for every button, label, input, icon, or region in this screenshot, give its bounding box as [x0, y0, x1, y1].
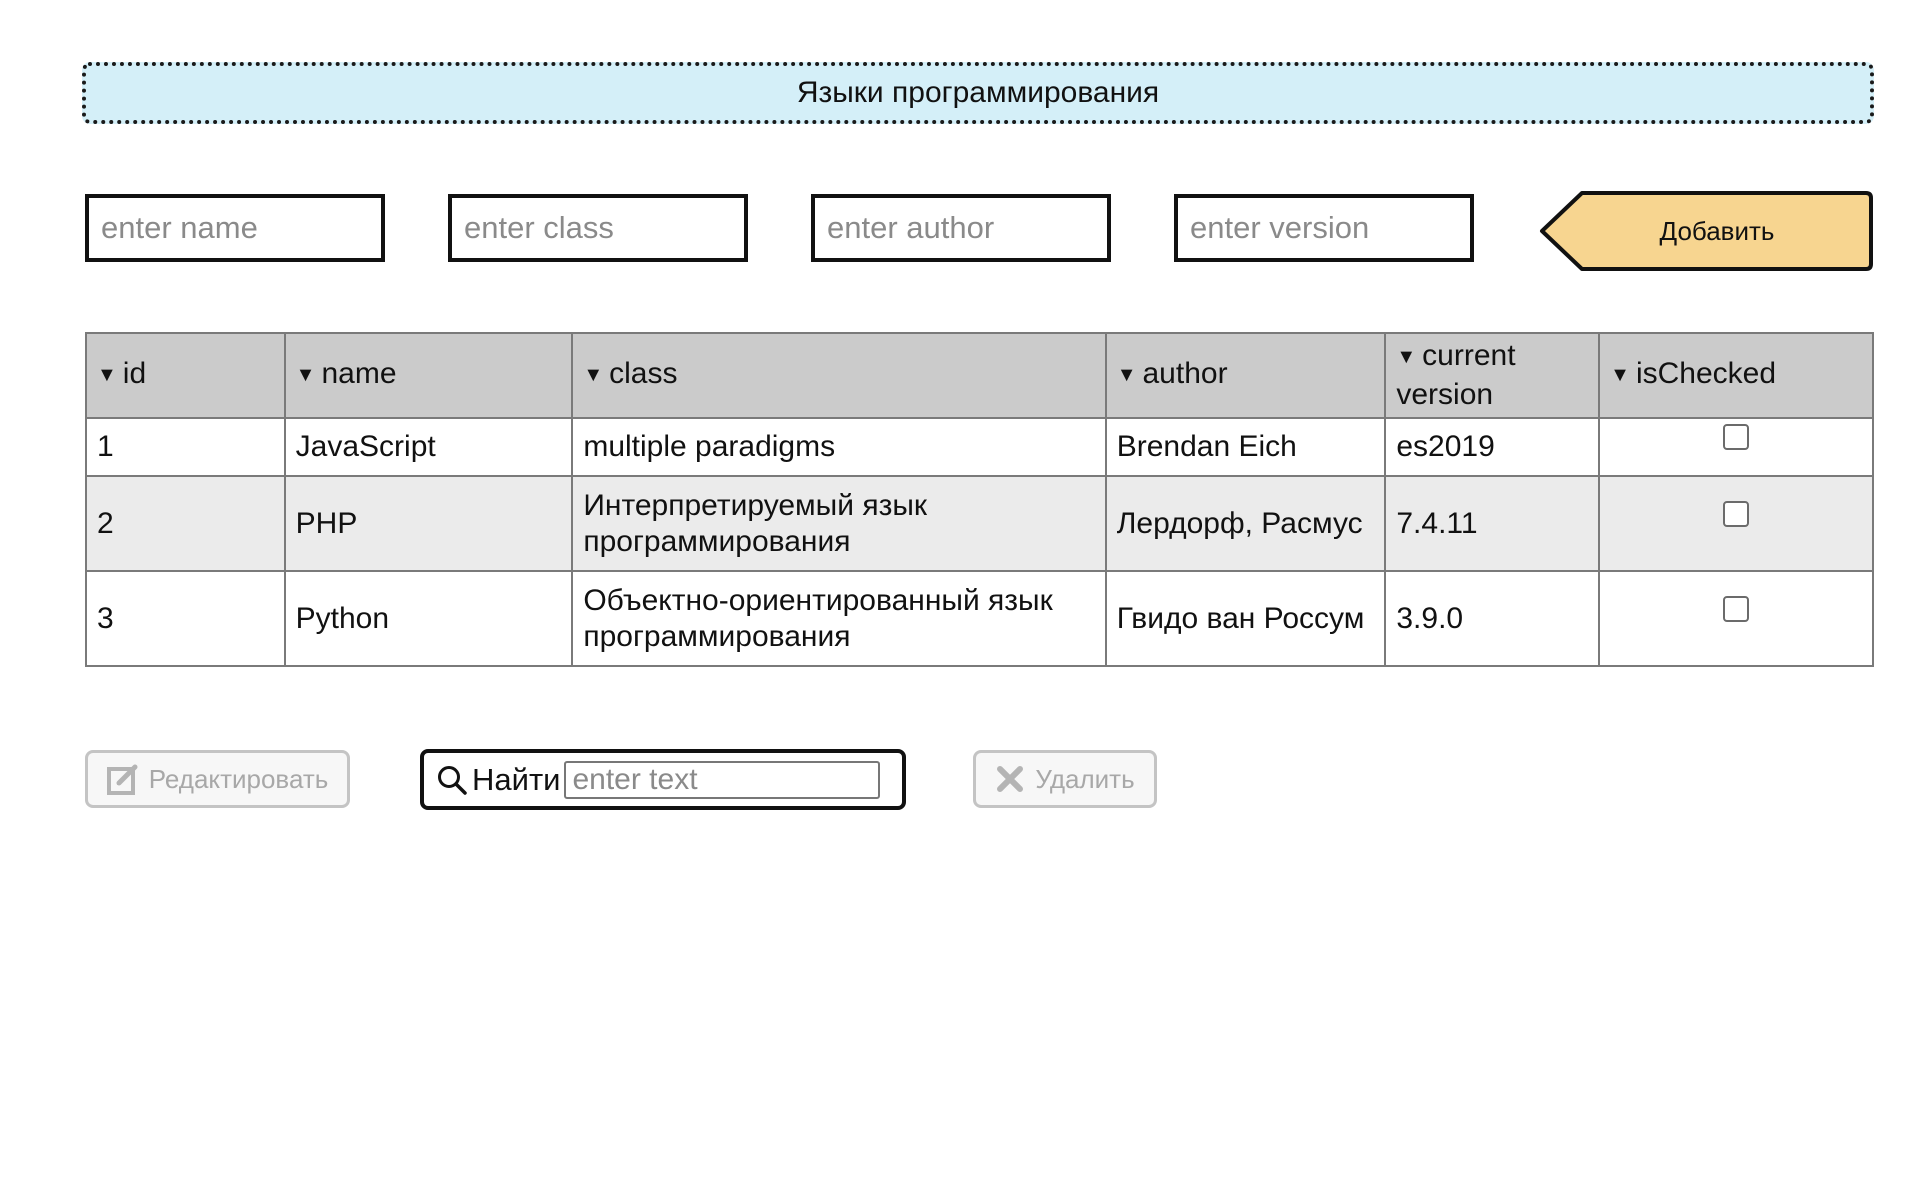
- delete-button-label: Удалить: [1035, 763, 1135, 794]
- close-icon: [997, 766, 1024, 792]
- row-checkbox[interactable]: [1723, 595, 1750, 622]
- cell-id: 2: [85, 475, 286, 572]
- edit-icon: [106, 764, 138, 795]
- sort-arrow-icon: ▼: [1396, 346, 1417, 368]
- column-header-id[interactable]: ▼ id: [85, 332, 286, 419]
- sort-arrow-icon: ▼: [97, 364, 117, 386]
- column-header-version[interactable]: ▼ current version: [1384, 332, 1601, 419]
- table-header-row: ▼ id ▼ name ▼ class ▼ author ▼ current versio…: [85, 332, 1874, 419]
- cell-name: JavaScript: [283, 417, 574, 477]
- search-icon: [438, 765, 467, 795]
- add-button[interactable]: Добавить: [1538, 190, 1874, 272]
- cell-ischecked: [1598, 475, 1874, 572]
- class-input[interactable]: [448, 194, 748, 262]
- table-row[interactable]: 1 JavaScript multiple paradigms Brendan …: [85, 417, 1874, 477]
- page: Языки программирования Добавить ▼id ▼nam…: [0, 0, 1920, 1190]
- column-header-label: class: [609, 357, 678, 390]
- cell-name: PHP: [283, 475, 574, 572]
- search-label: Найти: [472, 761, 561, 797]
- cell-author: Brendan Eich: [1104, 417, 1387, 477]
- cell-version: es2019: [1384, 417, 1601, 477]
- cell-ischecked: [1598, 570, 1874, 667]
- column-header-ischecked[interactable]: ▼ isChecked: [1598, 332, 1874, 419]
- column-header-label: name: [321, 357, 397, 390]
- column-header-label: author: [1142, 357, 1228, 390]
- cell-id: 1: [85, 417, 286, 477]
- search-input[interactable]: [564, 760, 881, 799]
- row-checkbox[interactable]: [1723, 424, 1750, 450]
- cell-id: 3: [85, 570, 286, 667]
- cell-version: 3.9.0: [1384, 570, 1601, 667]
- cell-class: Объектно-ориентированный язык программир…: [571, 570, 1107, 667]
- table-row[interactable]: 3 Python Объектно-ориентированный язык п…: [85, 570, 1874, 667]
- edit-button-label: Редактировать: [148, 763, 329, 794]
- sort-arrow-icon: ▼: [1116, 364, 1137, 386]
- cell-class: multiple paradigms: [571, 417, 1107, 477]
- search-box: Найти: [420, 749, 906, 810]
- edit-button[interactable]: Редактировать: [85, 750, 350, 808]
- add-button-label[interactable]: Добавить: [1538, 190, 1874, 272]
- row-checkbox[interactable]: [1723, 500, 1750, 527]
- version-input[interactable]: [1174, 194, 1474, 262]
- cell-class: Интерпретируемый язык программирования: [571, 475, 1107, 572]
- cell-version: 7.4.11: [1384, 475, 1601, 572]
- column-header-label: id: [122, 357, 147, 390]
- cell-name: Python: [283, 570, 574, 667]
- column-header-class[interactable]: ▼ class: [571, 332, 1107, 419]
- sort-arrow-icon: ▼: [295, 364, 316, 386]
- author-input[interactable]: [811, 194, 1111, 262]
- column-header-author[interactable]: ▼ author: [1104, 332, 1387, 419]
- table-row[interactable]: 2 PHP Интерпретируемый язык программиров…: [85, 475, 1874, 572]
- cell-author: Гвидо ван Россум: [1104, 570, 1387, 667]
- column-header-label: isChecked: [1635, 357, 1777, 390]
- page-title: Языки программирования: [82, 62, 1874, 124]
- name-input[interactable]: [85, 194, 385, 262]
- delete-button[interactable]: Удалить: [973, 750, 1157, 808]
- column-header-name[interactable]: ▼ name: [283, 332, 574, 419]
- sort-arrow-icon: ▼: [583, 364, 604, 386]
- languages-table: ▼ id ▼ name ▼ class ▼ author ▼ current versio…: [85, 332, 1874, 667]
- sort-arrow-icon: ▼: [1610, 364, 1630, 386]
- cell-author: Лердорф, Расмус: [1104, 475, 1387, 572]
- cell-ischecked: [1598, 417, 1874, 477]
